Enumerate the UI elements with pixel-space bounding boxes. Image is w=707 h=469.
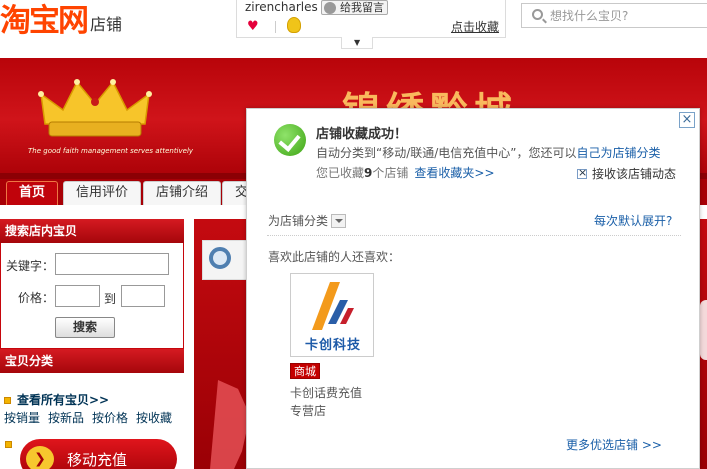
success-description: 自动分类到“移动/联通/电信充值中心”，您还可以自己为店铺分类	[316, 144, 661, 161]
success-title: 店铺收藏成功！	[316, 127, 408, 142]
count-suffix: 个店铺	[372, 166, 409, 180]
mobile-recharge-label: 移动充值	[67, 451, 128, 469]
magnifier-icon	[209, 247, 231, 269]
price-to-label: 到	[104, 292, 117, 306]
sidebar: 搜索店内宝贝 关键字： 价格： 到 搜索 宝贝分类 查看所有宝贝>> 按销量 按新…	[0, 219, 184, 469]
favorite-count: 您已收藏9个店铺 查看收藏夹>>	[316, 164, 495, 181]
sort-by-new[interactable]: 按新品	[48, 411, 84, 425]
also-like-heading: 喜欢此店铺的人还喜欢：	[268, 250, 401, 264]
count-prefix: 您已收藏	[316, 166, 365, 180]
page: 淘宝网 店铺 zirencharles 给我留言 ♥ 点击收藏 ▼ 想找什么宝贝…	[0, 0, 707, 469]
keyword-input[interactable]	[55, 253, 169, 275]
custom-category-link[interactable]: 自己为店铺分类	[577, 146, 661, 160]
recommended-shop-type: 专营店	[290, 404, 327, 418]
wangwang-icon	[324, 2, 336, 14]
shop-search-button[interactable]: 搜索	[55, 317, 115, 338]
mall-badge: 商城	[290, 363, 320, 379]
recommended-shop-logo[interactable]: 卡创科技	[290, 273, 374, 357]
favorite-shop-link[interactable]: 点击收藏	[451, 18, 499, 35]
kachuang-logo-icon	[304, 280, 360, 332]
more-shops-link[interactable]: 更多优选店铺 >>	[566, 436, 662, 453]
tab-home[interactable]: 首页	[6, 181, 59, 205]
sort-by-favorites[interactable]: 按收藏	[136, 411, 172, 425]
search-icon	[532, 9, 543, 20]
divider	[267, 235, 681, 236]
receive-updates-checkbox[interactable]: 接收该店铺动态	[577, 165, 676, 182]
search-input[interactable]	[550, 7, 700, 25]
taobao-logo[interactable]: 淘宝网 店铺	[0, 0, 122, 38]
arrow-right-icon: ❯	[26, 446, 54, 469]
shop-logo-text: 卡创科技	[304, 338, 361, 353]
chevron-down-icon: ▼	[354, 38, 361, 47]
shop-search-title: 搜索店内宝贝	[0, 219, 184, 243]
success-description-text: 自动分类到“移动/联通/电信充值中心”，您还可以	[316, 146, 577, 160]
keyword-label: 关键字：	[6, 259, 55, 273]
collapse-toggle[interactable]: ▼	[341, 37, 373, 49]
side-decoration	[700, 300, 707, 360]
view-favorites-link[interactable]: 查看收藏夹>>	[414, 166, 494, 180]
price-label: 价格：	[18, 291, 55, 305]
leave-message-button[interactable]: 给我留言	[321, 0, 388, 15]
site-search	[521, 3, 707, 28]
heart-icon[interactable]: ♥	[247, 19, 259, 34]
checkbox-icon	[577, 166, 587, 179]
bullet-icon	[4, 397, 11, 404]
category-title: 宝贝分类	[0, 349, 184, 373]
all-items-label: 查看所有宝贝>>	[17, 393, 110, 407]
top-bar: 淘宝网 店铺 zirencharles 给我留言 ♥ 点击收藏 ▼	[0, 0, 707, 58]
price-max-input[interactable]	[121, 285, 165, 307]
tab-shop-intro[interactable]: 店铺介绍	[143, 181, 222, 205]
leave-message-label: 给我留言	[340, 1, 384, 14]
close-button[interactable]: ×	[679, 112, 695, 128]
sort-links: 按销量 按新品 按价格 按收藏	[4, 409, 180, 426]
sort-by-sales[interactable]: 按销量	[4, 411, 40, 425]
sort-by-price[interactable]: 按价格	[92, 411, 128, 425]
username[interactable]: zirencharles	[245, 0, 318, 14]
price-min-input[interactable]	[55, 285, 100, 307]
check-icon	[274, 124, 306, 156]
banner-slogan: The good faith management serves attenti…	[28, 147, 194, 155]
all-items-link[interactable]: 查看所有宝贝>>	[4, 391, 109, 408]
crown-logo-icon	[35, 76, 155, 148]
user-panel: zirencharles 给我留言 ♥ 点击收藏	[236, 0, 506, 38]
logo-text: 淘宝网	[0, 3, 89, 39]
recommended-shop-name[interactable]: 卡创话费充值	[290, 384, 362, 401]
shop-category-select[interactable]: 为店铺分类	[268, 212, 347, 229]
bullet-icon	[5, 441, 12, 448]
favorite-success-dialog: × 店铺收藏成功！ 自动分类到“移动/联通/电信充值中心”，您还可以自己为店铺分…	[246, 108, 700, 469]
dropdown-arrow-icon	[331, 214, 347, 228]
mobile-recharge-button[interactable]: ❯ 移动充值	[20, 439, 177, 469]
logo-subtitle: 店铺	[90, 15, 123, 34]
receive-updates-label: 接收该店铺动态	[592, 167, 677, 181]
divider	[275, 21, 276, 33]
tab-reviews[interactable]: 信用评价	[63, 181, 142, 205]
shop-category-label: 为店铺分类	[268, 214, 329, 228]
expand-default-link[interactable]: 每次默认展开?	[594, 212, 672, 229]
lightbulb-icon[interactable]	[287, 17, 301, 33]
